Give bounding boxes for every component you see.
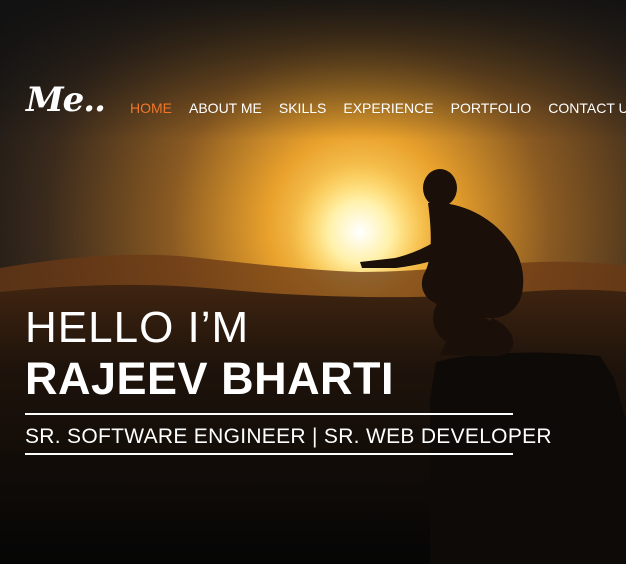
name-heading: RAJEEV BHARTI <box>25 353 395 404</box>
main-menu: HOME ABOUT ME SKILLS EXPERIENCE PORTFOLI… <box>130 99 626 117</box>
tagline-bottom-divider <box>25 453 513 455</box>
nav-item-home[interactable]: HOME <box>130 99 172 117</box>
nav-item-experience[interactable]: EXPERIENCE <box>343 99 433 117</box>
job-title-tagline: SR. SOFTWARE ENGINEER | SR. WEB DEVELOPE… <box>25 425 552 448</box>
hero-section: Me.. HOME ABOUT ME SKILLS EXPERIENCE POR… <box>0 0 626 564</box>
greeting-heading: HELLO I’M <box>25 303 250 352</box>
nav-item-contact-us[interactable]: CONTACT US <box>548 99 626 117</box>
hero-intro: HELLO I’M RAJEEV BHARTI <box>25 302 394 404</box>
site-logo[interactable]: Me.. <box>26 80 106 120</box>
nav-item-portfolio[interactable]: PORTFOLIO <box>451 99 532 117</box>
nav-item-about-me[interactable]: ABOUT ME <box>189 99 262 117</box>
nav-item-skills[interactable]: SKILLS <box>279 99 326 117</box>
tagline-top-divider <box>25 413 513 415</box>
top-navigation: Me.. HOME ABOUT ME SKILLS EXPERIENCE POR… <box>0 0 626 140</box>
